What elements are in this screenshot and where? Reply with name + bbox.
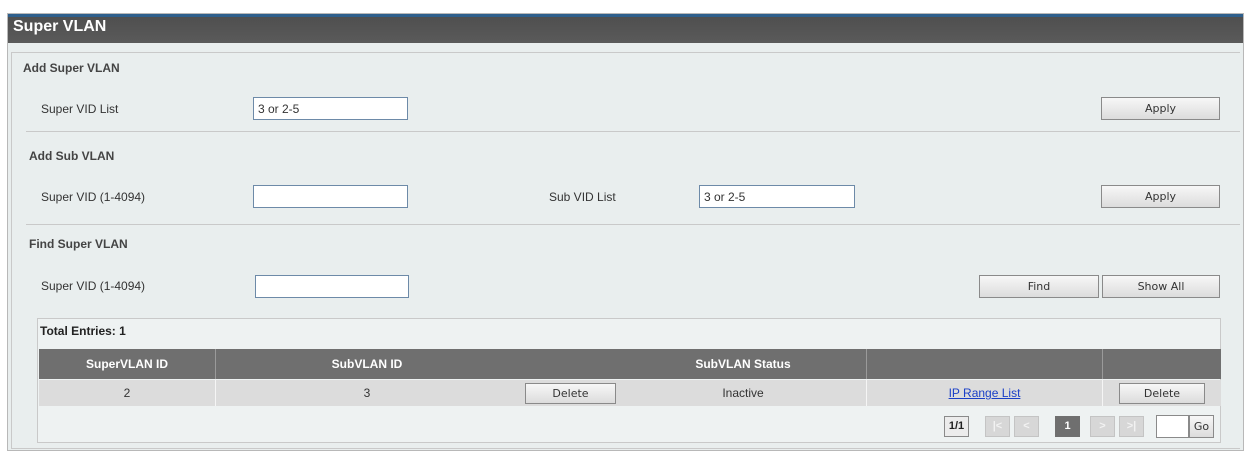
last-page-button[interactable]: >| [1119, 416, 1144, 437]
page-title: Super VLAN [13, 18, 107, 35]
page-indicator: 1/1 [944, 416, 969, 437]
divider [26, 224, 1240, 225]
sub-super-vid-label: Super VID (1-4094) [41, 190, 146, 204]
add-super-vlan-legend: Add Super VLAN [18, 59, 126, 77]
add-super-vlan-apply-button[interactable]: Apply [1101, 97, 1220, 120]
row-divider [215, 380, 216, 406]
find-super-vid-label: Super VID (1-4094) [41, 279, 146, 293]
prev-page-button[interactable]: < [1014, 416, 1039, 437]
show-all-button[interactable]: Show All [1102, 275, 1220, 298]
sub-vid-list-label: Sub VID List [549, 190, 616, 204]
header-subvlan-status: SubVLAN Status [695, 357, 791, 371]
cell-ip-range: IP Range List [867, 380, 1102, 406]
super-vid-list-input[interactable] [253, 97, 408, 120]
total-entries: Total Entries: 1 [40, 324, 126, 338]
ip-range-list-link[interactable]: IP Range List [949, 386, 1021, 400]
header-divider [215, 349, 216, 379]
first-page-button[interactable]: |< [985, 416, 1010, 437]
go-button[interactable]: Go [1189, 415, 1214, 438]
find-super-vlan-title: Find Super VLAN [29, 237, 128, 251]
delete-supervlan-button[interactable]: Delete [1119, 383, 1205, 404]
delete-subvlan-button[interactable]: Delete [525, 383, 616, 404]
header-subvlan-id: SubVLAN ID [331, 357, 403, 371]
row-divider [866, 380, 867, 406]
add-sub-vlan-apply-button[interactable]: Apply [1101, 185, 1220, 208]
row-divider [1102, 380, 1103, 406]
header-divider [1102, 349, 1103, 379]
header-supervlan-id: SuperVLAN ID [85, 357, 168, 371]
find-super-vid-input[interactable] [255, 275, 409, 298]
header-divider [866, 349, 867, 379]
find-button[interactable]: Find [979, 275, 1099, 298]
sub-vid-list-input[interactable] [699, 185, 855, 208]
add-sub-vlan-title: Add Sub VLAN [29, 149, 115, 163]
sub-super-vid-input[interactable] [253, 185, 408, 208]
cell-subvlan-status: Inactive [722, 386, 764, 400]
cell-supervlan-id: 2 [123, 386, 131, 400]
header-ip-range [867, 349, 1102, 379]
current-page-button[interactable]: 1 [1055, 416, 1080, 437]
cell-subvlan-id: 3 [363, 386, 371, 400]
next-page-button[interactable]: > [1090, 416, 1115, 437]
super-vid-list-label: Super VID List [41, 102, 119, 116]
goto-page-input[interactable] [1156, 415, 1189, 438]
divider [26, 131, 1240, 132]
panel-title-bar: Super VLAN [8, 14, 1243, 43]
header-action [1103, 349, 1221, 379]
